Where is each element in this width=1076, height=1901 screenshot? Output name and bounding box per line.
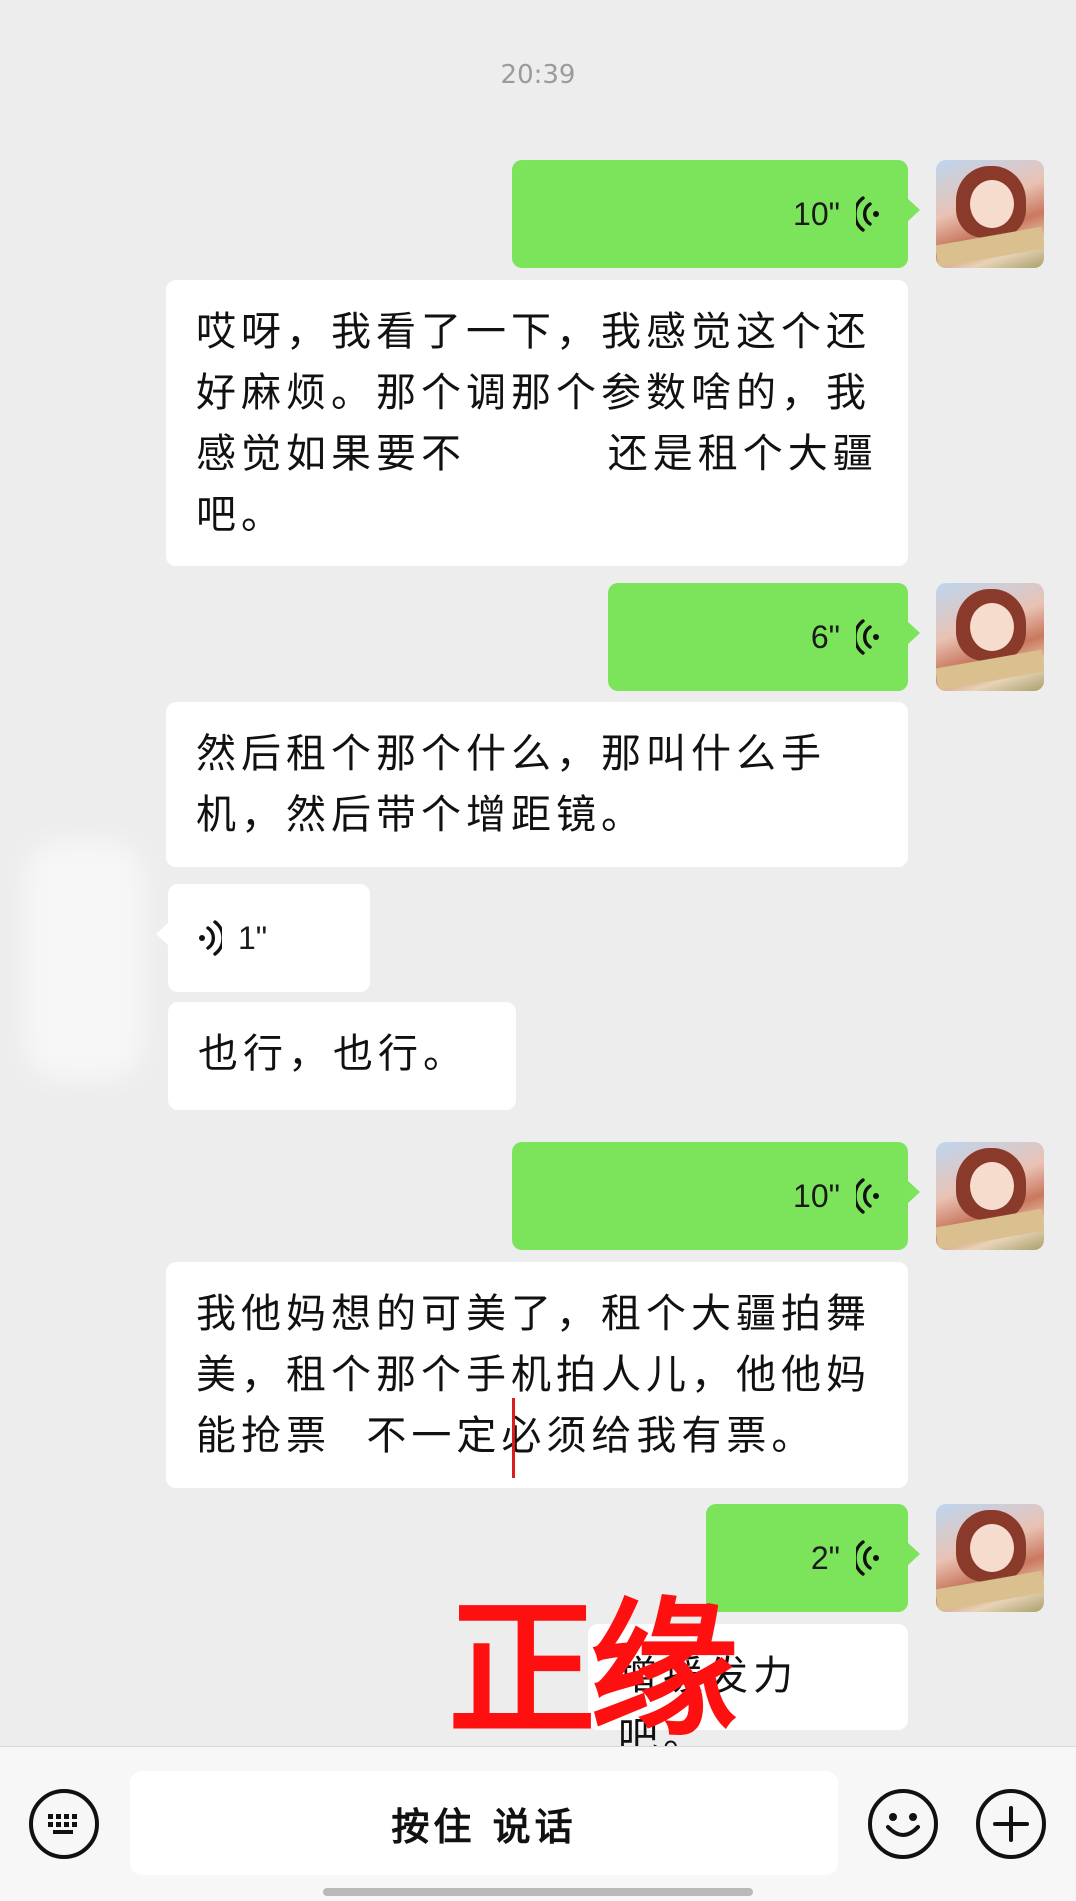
text-message-bubble[interactable]: 哎呀，我看了一下，我感觉这个还好麻烦。那个调那个参数啥的，我感觉如果要不 还是租… [166, 280, 908, 566]
watermark-stamp: 正缘 [448, 1584, 738, 1756]
voice-wave-icon [199, 920, 222, 956]
avatar[interactable] [936, 160, 1044, 268]
voice-wave-icon [856, 196, 879, 232]
voice-duration: 2" [810, 1539, 840, 1576]
avatar[interactable] [936, 1142, 1044, 1250]
voice-duration: 10" [793, 195, 840, 232]
voice-wave-icon [856, 619, 879, 655]
voice-wave-icon [856, 1540, 879, 1576]
avatar[interactable] [936, 1504, 1044, 1612]
voice-message-bubble[interactable]: 10" [512, 160, 920, 268]
voice-wave-icon [856, 1178, 879, 1214]
message-text: 也行，也行。 [198, 1031, 468, 1077]
voice-duration: 6" [810, 618, 840, 655]
message-timestamp: 20:39 [500, 60, 576, 90]
text-message-bubble[interactable]: 然后租个那个什么，那叫什么手机，然后带个增距镜。 [166, 702, 908, 867]
voice-message-bubble[interactable]: 1" [156, 884, 370, 992]
voice-message-bubble[interactable]: 2" [706, 1504, 920, 1612]
input-toolbar: 按住 说话 [0, 1746, 1076, 1901]
voice-duration: 1" [238, 919, 268, 956]
voice-duration: 10" [793, 1177, 840, 1214]
text-message-bubble[interactable]: 我他妈想的可美了，租个大疆拍舞美，租个那个手机拍人儿，他他妈能抢票 不一定必须给… [166, 1262, 908, 1488]
hold-to-talk-button[interactable]: 按住 说话 [130, 1771, 838, 1875]
voice-message-bubble[interactable]: 10" [512, 1142, 920, 1250]
message-text: 我他妈想的可美了，租个大疆拍舞美，租个那个手机拍人儿，他他妈能抢票 不一定必须给… [196, 1291, 871, 1459]
voice-message-bubble[interactable]: 6" [608, 583, 920, 691]
text-cursor [512, 1398, 515, 1478]
avatar[interactable] [936, 583, 1044, 691]
plus-icon[interactable] [976, 1789, 1046, 1859]
message-text: 然后租个那个什么，那叫什么手机，然后带个增距镜。 [196, 731, 826, 838]
emoji-icon[interactable] [868, 1789, 938, 1859]
keyboard-icon[interactable] [29, 1789, 99, 1859]
text-message-bubble[interactable]: 也行，也行。 [168, 1002, 516, 1110]
blurred-overlay [24, 840, 144, 1080]
home-indicator[interactable] [323, 1888, 753, 1896]
message-text: 哎呀，我看了一下，我感觉这个还好麻烦。那个调那个参数啥的，我感觉如果要不 还是租… [196, 309, 878, 538]
